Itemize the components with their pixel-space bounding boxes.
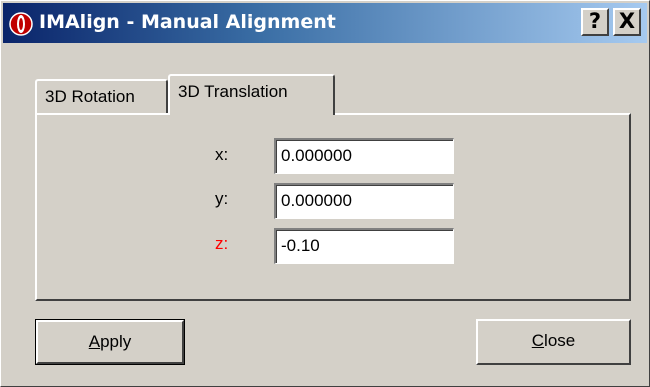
window-title: IMAlign - Manual Alignment — [39, 11, 336, 33]
apply-label-rest: pply — [100, 332, 132, 351]
x-label: x: — [215, 145, 229, 164]
title-bar[interactable]: IMAlign - Manual Alignment ? X — [3, 3, 647, 43]
apply-button[interactable]: Apply — [35, 319, 185, 365]
apply-mnemonic: A — [88, 332, 101, 351]
close-mnemonic: C — [531, 331, 545, 350]
y-input[interactable]: 0.000000 — [274, 183, 454, 219]
tab-label: 3D Translation — [178, 82, 288, 101]
app-logo-icon — [9, 12, 33, 36]
close-button[interactable]: Close — [476, 319, 631, 365]
z-label: z: — [215, 234, 229, 253]
apply-button-face: Apply — [36, 320, 184, 364]
close-label-rest: lose — [544, 331, 576, 350]
tab-3d-rotation[interactable]: 3D Rotation — [35, 79, 168, 113]
close-window-button[interactable]: X — [613, 8, 641, 36]
close-icon: X — [618, 9, 636, 33]
z-input[interactable]: -0.10 — [274, 228, 454, 264]
tab-3d-translation[interactable]: 3D Translation — [168, 74, 335, 115]
tab-label: 3D Rotation — [45, 87, 135, 106]
y-label: y: — [215, 189, 229, 208]
dialog-window: IMAlign - Manual Alignment ? X 3D Rotati… — [0, 0, 650, 387]
x-input[interactable]: 0.000000 — [274, 138, 454, 174]
help-button[interactable]: ? — [581, 8, 609, 36]
help-icon: ? — [588, 9, 602, 33]
